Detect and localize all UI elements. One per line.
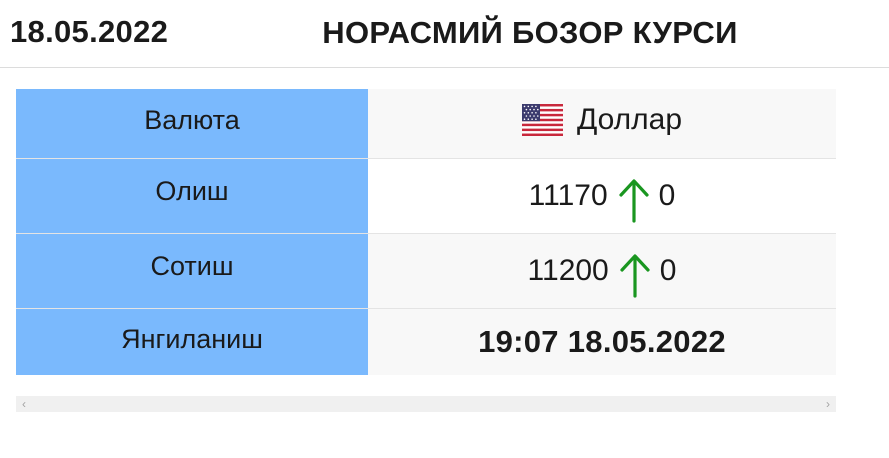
header-date: 18.05.2022 [0, 0, 189, 66]
arrow-up-icon [619, 178, 649, 223]
sell-value: 11200 [527, 253, 609, 287]
sell-label: Сотиш [16, 232, 368, 308]
updated-label: Янгиланиш [16, 307, 368, 375]
currency-cell: Доллар [368, 89, 836, 158]
buy-label: Олиш [16, 157, 368, 233]
buy-cell: 11170 0 [368, 157, 836, 233]
updated-cell: 19:07 18.05.2022 [368, 307, 836, 375]
updated-value: 19:07 18.05.2022 [478, 323, 726, 359]
us-flag-icon [521, 103, 563, 136]
table-row-sell: Сотиш 11200 0 [16, 232, 836, 308]
page-title: НОРАСМИЙ БОЗОР КУРСИ [322, 15, 738, 50]
table-row-buy: Олиш 11170 0 [16, 157, 836, 233]
chevron-left-icon[interactable]: ‹ [16, 396, 32, 412]
buy-value: 11170 [528, 178, 608, 212]
sell-cell: 11200 0 [368, 232, 836, 308]
currency-name: Доллар [576, 102, 683, 136]
horizontal-scrollbar[interactable]: ‹ › [16, 396, 836, 412]
sell-change: 0 [659, 253, 677, 287]
exchange-rate-table: Валюта Доллар Олиш 11170 0 Сотиш 11200 0… [16, 89, 836, 375]
arrow-up-icon [620, 253, 650, 298]
table-row-currency: Валюта Доллар [16, 89, 836, 158]
page-header: 18.05.2022 НОРАСМИЙ БОЗОР КУРСИ [0, 0, 889, 68]
chevron-right-icon[interactable]: › [820, 396, 836, 412]
currency-label: Валюта [16, 89, 368, 158]
table-row-updated: Янгиланиш 19:07 18.05.2022 [16, 307, 836, 375]
buy-change: 0 [658, 178, 676, 212]
